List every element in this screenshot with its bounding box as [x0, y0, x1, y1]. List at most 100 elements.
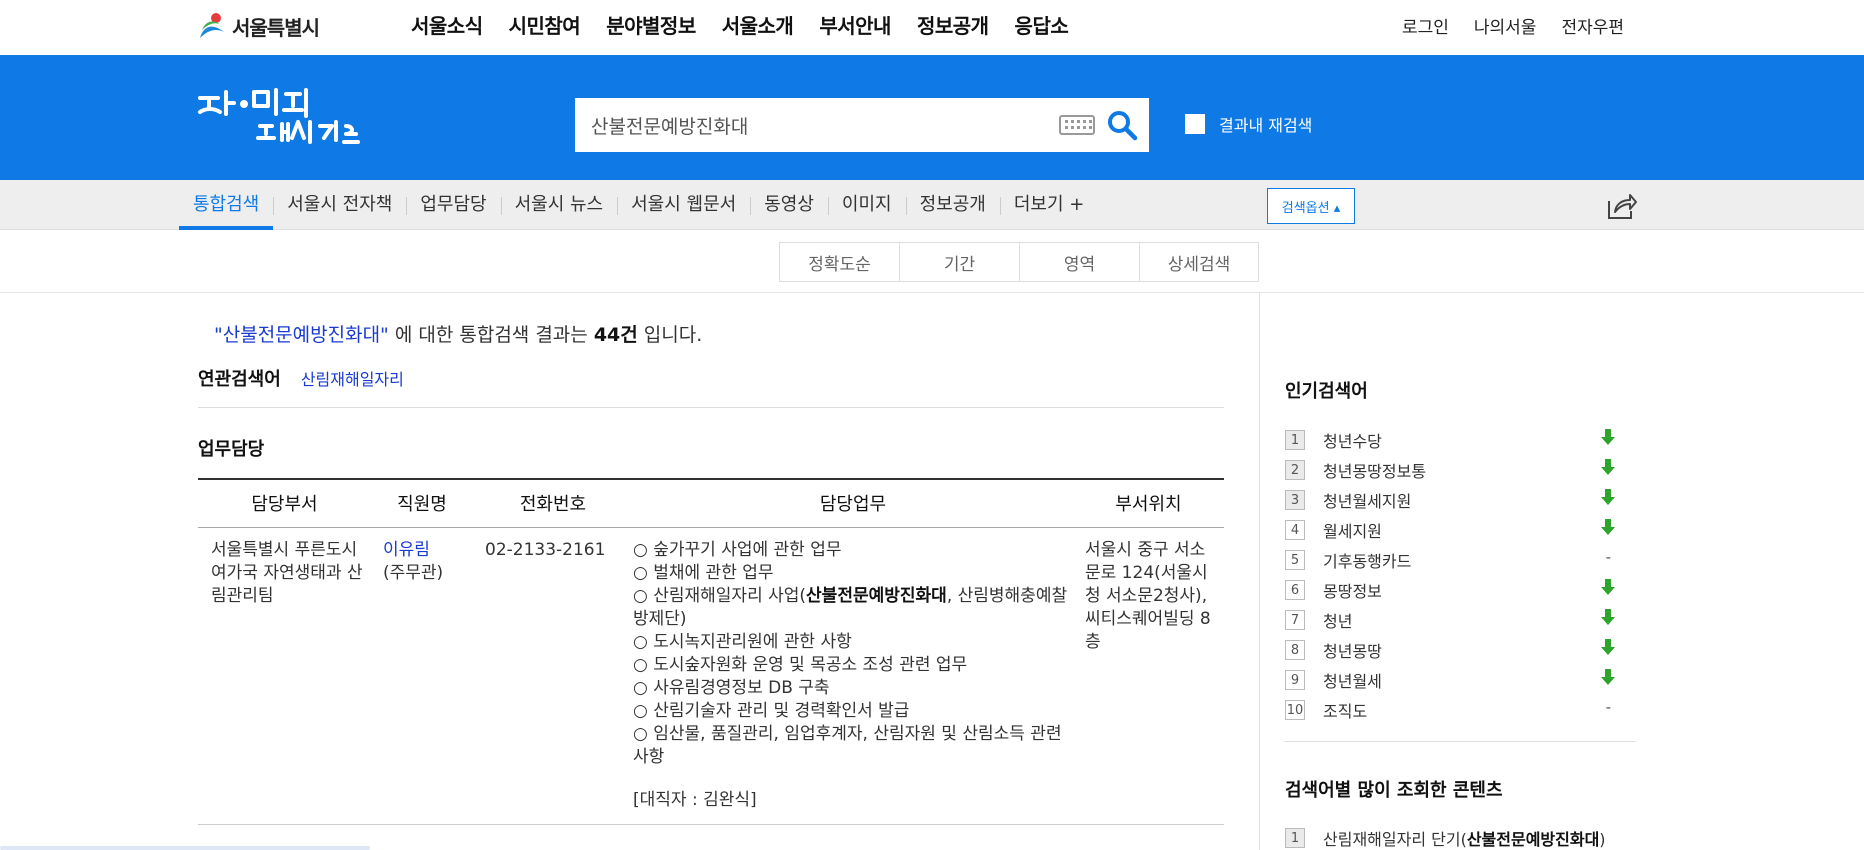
- rank-badge: 8: [1285, 640, 1305, 660]
- popular-keyword-item[interactable]: 8 청년몽땅: [1285, 635, 1615, 665]
- staff-table: 담당부서 직원명 전화번호 담당업무 부서위치 서울특별시 푸른도시여가국 자연…: [198, 478, 1224, 825]
- section-title: 업무담당: [198, 439, 265, 460]
- cell-task: ○ 숲가꾸기 사업에 관한 업무 ○ 벌채에 관한 업무 ○ 산림재해일자리 사…: [633, 527, 1073, 824]
- popular-keyword-text: 청년몽땅정보통: [1323, 462, 1427, 481]
- col-header-tel: 전화번호: [473, 478, 633, 528]
- tab-image[interactable]: 이미지: [827, 180, 906, 230]
- trend-same-icon: -: [1605, 698, 1611, 716]
- popular-keyword-item[interactable]: 4 월세지원: [1285, 515, 1615, 545]
- popular-keyword-item[interactable]: 1 청년수당: [1285, 425, 1615, 455]
- trend-down-icon: [1601, 579, 1615, 595]
- related-keyword-link[interactable]: 산림재해일자리: [301, 366, 404, 390]
- sort-period[interactable]: 기간: [899, 242, 1019, 282]
- hot-highlight: 산불전문예방진화대: [1466, 830, 1600, 849]
- tab-webdocs[interactable]: 서울시 웹문서: [617, 180, 750, 230]
- rescan-option[interactable]: 결과내 재검색: [1185, 112, 1312, 136]
- popular-keyword-text: 청년: [1323, 612, 1353, 631]
- popular-keyword-item[interactable]: 3 청년월세지원: [1285, 485, 1615, 515]
- popular-keyword-text: 조직도: [1323, 702, 1368, 721]
- trend-down-icon: [1601, 489, 1615, 505]
- share-icon[interactable]: [1606, 191, 1638, 221]
- trend-down-icon: [1601, 639, 1615, 655]
- sort-accuracy[interactable]: 정확도순: [779, 242, 899, 282]
- task-item-highlight: 산불전문예방진화대: [806, 585, 947, 606]
- popular-keyword-item[interactable]: 10 조직도 -: [1285, 695, 1615, 725]
- rank-badge: 4: [1285, 520, 1305, 540]
- search-options-button[interactable]: 검색옵션 ▴: [1267, 188, 1355, 224]
- popular-keywords-list: 1 청년수당 2 청년몽땅정보통 3 청년월세지원 4 월세지원 5 기후동행카드 -6 몽땅정보 7 청…: [1285, 425, 1615, 725]
- cell-location: 서울시 중구 서소문로 124(서울시청 서소문2청사), 씨티스퀘어빌딩 8층: [1085, 539, 1211, 652]
- keyboard-icon[interactable]: [1059, 115, 1095, 135]
- trend-down-icon: [1601, 519, 1615, 535]
- trend-down-icon: [1601, 459, 1615, 475]
- tab-info-disclosure[interactable]: 정보공개: [905, 180, 1000, 230]
- trend-same-icon: -: [1605, 548, 1611, 566]
- seoul-logo[interactable]: 서울특별시: [196, 6, 320, 46]
- search-icon[interactable]: [1105, 108, 1139, 142]
- rank-badge: 10: [1285, 700, 1305, 720]
- tab-integrated[interactable]: 통합검색: [179, 180, 274, 230]
- staff-rank: (주무관): [383, 562, 444, 583]
- result-summary: "산불전문예방진화대" 에 대한 통합검색 결과는 44건 입니다.: [214, 320, 702, 347]
- sort-area[interactable]: 영역: [1019, 242, 1139, 282]
- gnb-menu-item[interactable]: 정보공개: [917, 10, 989, 39]
- rank-badge: 9: [1285, 670, 1305, 690]
- task-item: ○ 산림재해일자리 사업(산불전문예방진화대, 산림병해충예찰방제단): [633, 585, 1073, 631]
- trend-down-icon: [1601, 669, 1615, 685]
- rank-badge: 2: [1285, 460, 1305, 480]
- hot-text: 산림재해일자리 단기(: [1323, 830, 1467, 849]
- my-seoul-link[interactable]: 나의서울: [1474, 13, 1537, 38]
- tab-news[interactable]: 서울시 뉴스: [500, 180, 618, 230]
- trend-down-icon: [1601, 429, 1615, 445]
- popular-keywords-title: 인기검색어: [1285, 381, 1368, 402]
- col-header-location: 부서위치: [1073, 478, 1224, 528]
- popular-keyword-item[interactable]: 2 청년몽땅정보통: [1285, 455, 1615, 485]
- cell-tel: 02-2133-2161: [485, 539, 606, 560]
- gnb-menu-item[interactable]: 부서안내: [819, 10, 891, 39]
- slogan-logo: [198, 88, 360, 144]
- summary-middle: 에 대한 통합검색 결과는: [388, 324, 594, 346]
- sort-bar: 정확도순 기간 영역 상세검색: [779, 242, 1259, 282]
- tab-ebook[interactable]: 서울시 전자책: [273, 180, 406, 230]
- search-input[interactable]: [591, 98, 1041, 152]
- rank-badge: 5: [1285, 550, 1305, 570]
- summary-query: "산불전문예방진화대": [214, 324, 389, 346]
- hot-content-title: 검색어별 많이 조회한 콘텐츠: [1285, 780, 1503, 801]
- popular-keyword-item[interactable]: 5 기후동행카드 -: [1285, 545, 1615, 575]
- email-link[interactable]: 전자우편: [1561, 13, 1624, 38]
- login-link[interactable]: 로그인: [1402, 13, 1449, 38]
- rank-badge: 1: [1285, 430, 1305, 450]
- gnb-menu-item[interactable]: 분야별정보: [606, 10, 696, 39]
- cell-dept: 서울특별시 푸른도시여가국 자연생태과 산림관리팀: [211, 539, 363, 606]
- popular-keyword-item[interactable]: 6 몽땅정보: [1285, 575, 1615, 605]
- rank-badge: 7: [1285, 610, 1305, 630]
- gnb-menu-item[interactable]: 시민참여: [509, 10, 581, 39]
- related-heading: 연관검색어: [198, 369, 281, 390]
- sort-detail[interactable]: 상세검색: [1139, 242, 1259, 282]
- popular-keyword-text: 청년월세: [1323, 672, 1382, 691]
- cell-name: 이유림 (주무관): [371, 527, 473, 824]
- divider: [198, 407, 1224, 408]
- tab-video[interactable]: 동영상: [750, 180, 828, 230]
- task-item: ○ 사유림경영정보 DB 구축: [633, 677, 830, 698]
- staff-name-link[interactable]: 이유림: [383, 539, 473, 562]
- popular-keyword-item[interactable]: 9 청년월세: [1285, 665, 1615, 695]
- gnb-menu-item[interactable]: 서울소식: [411, 10, 483, 39]
- table-row: 서울특별시 푸른도시여가국 자연생태과 산림관리팀 이유림 (주무관) 02-2…: [198, 527, 1224, 824]
- rescan-checkbox[interactable]: [1185, 114, 1205, 134]
- tab-staff[interactable]: 업무담당: [406, 180, 500, 230]
- col-header-task: 담당업무: [633, 478, 1073, 528]
- rank-badge: 3: [1285, 490, 1305, 510]
- col-header-dept: 담당부서: [198, 478, 371, 528]
- summary-count: 44건: [593, 324, 638, 346]
- popular-keyword-text: 몽땅정보: [1323, 582, 1382, 601]
- popular-keyword-item[interactable]: 7 청년: [1285, 605, 1615, 635]
- hot-content-item[interactable]: 1 산림재해일자리 단기(산불전문예방진화대): [1285, 826, 1606, 850]
- hot-tail: ): [1599, 830, 1606, 849]
- popular-keyword-text: 기후동행카드: [1323, 552, 1412, 571]
- gnb-menu-item[interactable]: 서울소개: [722, 10, 794, 39]
- tab-more[interactable]: 더보기 +: [999, 180, 1098, 230]
- related-keywords: 연관검색어 산림재해일자리: [198, 365, 404, 391]
- gnb-menu-item[interactable]: 응답소: [1015, 10, 1069, 39]
- task-item-text: ○ 산림재해일자리 사업(: [633, 585, 807, 606]
